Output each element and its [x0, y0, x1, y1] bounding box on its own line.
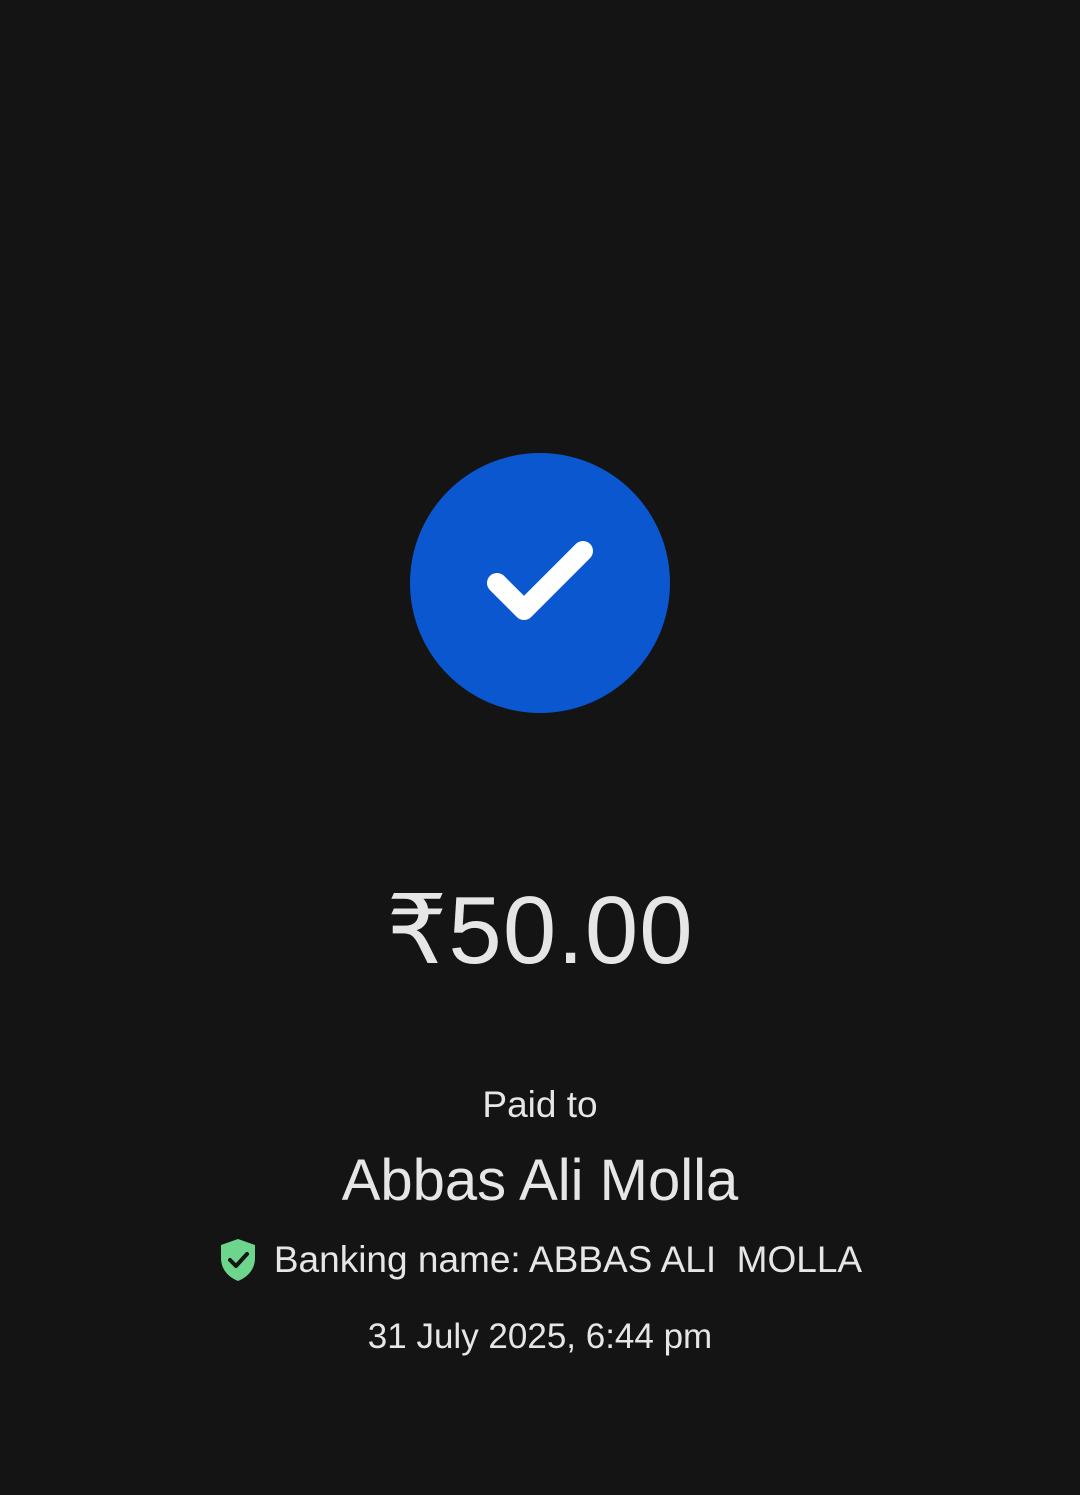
success-status-circle [410, 453, 670, 713]
payment-amount: ₹50.00 [386, 877, 694, 984]
banking-name-text: Banking name: ABBAS ALI MOLLA [273, 1239, 863, 1280]
checkmark-icon [487, 541, 593, 620]
paid-to-label: Paid to [482, 1084, 598, 1125]
payment-timestamp: 31 July 2025, 6:44 pm [367, 1317, 713, 1356]
banking-name-row: Banking name: ABBAS ALI MOLLA [0, 1234, 1080, 1286]
payee-name: Abbas Ali Molla [341, 1148, 739, 1213]
shield-check-icon [220, 1239, 255, 1281]
